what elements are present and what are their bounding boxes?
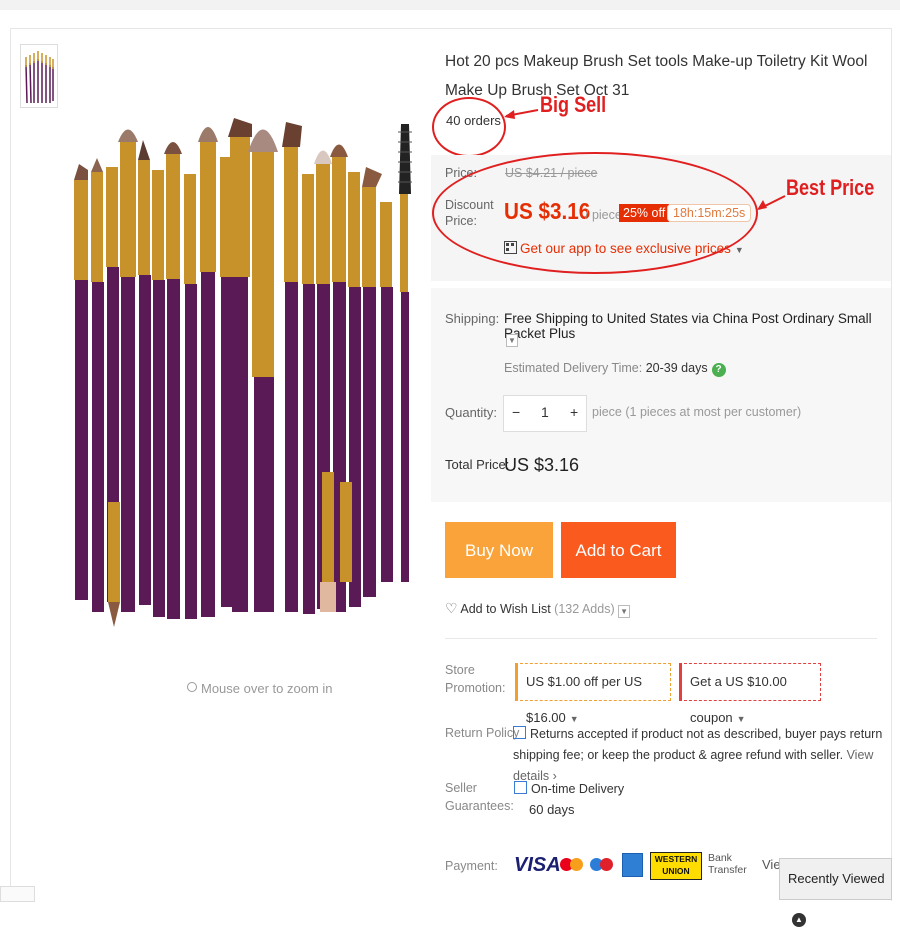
seller-guarantees-label-2: Guarantees:	[445, 799, 514, 813]
payment-label: Payment:	[445, 859, 498, 873]
zoom-hint: Mouse over to zoom in	[187, 681, 333, 696]
amex-icon	[622, 853, 643, 877]
big-sell-arrow	[504, 109, 539, 119]
wishlist-label: Add to Wish List	[460, 602, 551, 616]
wishlist-count: (132 Adds)	[554, 602, 615, 616]
coupon-offer[interactable]: Get a US $10.00 coupon ▼	[679, 663, 821, 725]
divider	[445, 638, 877, 639]
maestro-icon-overlap	[600, 858, 613, 871]
est-delivery-label: Estimated Delivery Time:	[504, 361, 643, 375]
buy-now-button[interactable]: Buy Now	[445, 522, 553, 578]
chevron-down-icon: ▼	[734, 245, 744, 255]
quantity-stepper: − 1 +	[503, 395, 587, 432]
shipping-dropdown-icon[interactable]: ▼	[506, 334, 518, 347]
delivery-truck-icon	[514, 781, 527, 794]
guarantee-days: 60 days	[529, 802, 575, 817]
help-icon[interactable]: ?	[711, 363, 726, 377]
chevron-down-icon: ▼	[569, 714, 579, 724]
wu-line-1: WESTERN	[654, 854, 698, 864]
heart-icon: ♡	[445, 600, 458, 616]
wishlist-dropdown-icon[interactable]: ▼	[618, 605, 631, 618]
best-price-annotation: Best Price	[786, 175, 875, 200]
chevron-up-icon: ▲	[792, 913, 806, 927]
product-image[interactable]	[64, 112, 420, 637]
shipping-label: Shipping:	[445, 311, 500, 326]
store-discount-offer[interactable]: US $1.00 off per US $16.00 ▼	[515, 663, 671, 725]
top-band	[0, 0, 900, 10]
thumbnail-brushes-image	[21, 45, 57, 107]
bank-transfer-logo: Bank Transfer	[708, 852, 747, 876]
thumbnail-image[interactable]	[20, 44, 58, 108]
zoom-hint-text: Mouse over to zoom in	[201, 681, 333, 696]
brush-group-back	[74, 118, 412, 619]
return-policy-label: Return Policy	[445, 726, 520, 740]
recently-viewed-button[interactable]: Recently Viewed ▲	[779, 858, 892, 927]
magnifier-icon	[187, 682, 197, 692]
coupon-prefix: Get a	[690, 674, 722, 689]
wu-line-2: UNION	[662, 866, 690, 876]
price-highlight-ellipse	[432, 152, 758, 274]
seller-guarantee: On-time Delivery 60 days	[514, 780, 624, 817]
coupon-suffix: coupon	[690, 710, 733, 725]
payment-view-link[interactable]: Vie	[762, 857, 781, 872]
total-price-label: Total Price:	[445, 457, 510, 472]
estimated-delivery: Estimated Delivery Time: 20-39 days?	[504, 361, 726, 377]
western-union-logo: WESTERN UNION	[650, 852, 702, 880]
return-policy-text: Returns accepted if product not as descr…	[513, 727, 883, 762]
chevron-down-icon: ▼	[736, 714, 746, 724]
orders-highlight-circle	[432, 97, 506, 157]
add-to-wishlist-link[interactable]: ♡ Add to Wish List (132 Adds) ▼	[445, 600, 631, 618]
bank-line-2: Transfer	[708, 864, 747, 876]
big-sell-annotation: Big Sell	[540, 92, 607, 117]
return-policy: Returns accepted if product not as descr…	[513, 724, 883, 787]
product-title: Hot 20 pcs Makeup Brush Set tools Make-u…	[445, 53, 868, 99]
quantity-input[interactable]: 1	[541, 404, 549, 420]
coupon-value: US $10.00	[725, 674, 787, 689]
total-price-value: US $3.16	[504, 455, 580, 475]
quantity-increase-button[interactable]: +	[570, 404, 578, 420]
return-icon	[513, 726, 526, 739]
quantity-note: piece (1 pieces at most per customer)	[592, 405, 802, 419]
quantity-label: Quantity:	[445, 405, 498, 420]
shipping-method: Free Shipping to United States via China…	[504, 311, 872, 341]
guarantee-item: On-time Delivery	[531, 782, 625, 796]
best-price-arrow	[757, 195, 786, 210]
mastercard-icon-overlap	[570, 858, 583, 871]
est-delivery-value: 20-39 days	[645, 361, 708, 375]
store-promotion-label-2: Promotion:	[445, 681, 506, 695]
seller-guarantees-label-1: Seller	[445, 781, 477, 795]
add-to-cart-button[interactable]: Add to Cart	[561, 522, 676, 578]
visa-logo: VISA	[514, 854, 561, 876]
recently-viewed-label: Recently Viewed	[788, 871, 885, 886]
bank-line-1: Bank	[708, 852, 732, 864]
store-promotion-label-1: Store	[445, 663, 475, 677]
quantity-decrease-button[interactable]: −	[512, 404, 520, 420]
